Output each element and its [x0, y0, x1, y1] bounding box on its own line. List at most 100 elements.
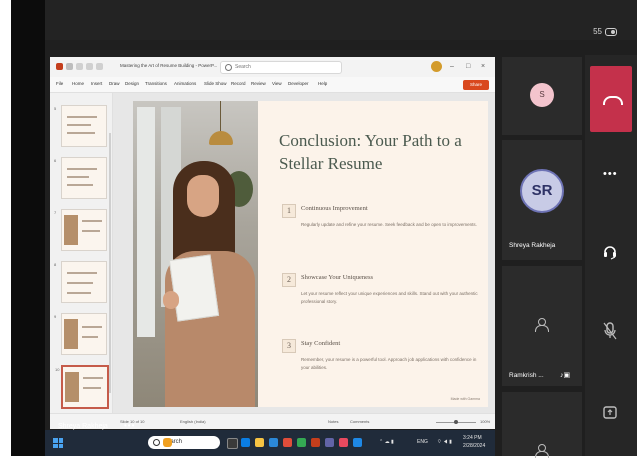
zoom-level[interactable]: 100% — [480, 419, 490, 424]
participant-counter[interactable]: 55 — [593, 27, 617, 36]
taskbar-search[interactable]: Search — [148, 436, 220, 449]
tab-insert[interactable]: Insert — [91, 81, 102, 86]
app-icon[interactable] — [339, 438, 348, 447]
slide-thumbnail[interactable]: 8 — [54, 261, 107, 303]
language-tray[interactable]: ENG — [417, 439, 428, 445]
headset-icon[interactable] — [603, 243, 617, 261]
slide-thumbnail[interactable]: 9 — [54, 313, 107, 355]
comments-button[interactable]: Comments — [350, 419, 369, 424]
network-volume-icons[interactable]: ⌔ ◀ ▮ — [437, 439, 452, 445]
store-icon[interactable] — [283, 438, 292, 447]
chrome-icon[interactable] — [297, 438, 306, 447]
microphone-icon[interactable] — [603, 322, 617, 340]
slide-thumbnail[interactable]: 5 — [54, 105, 107, 147]
tab-review[interactable]: Review — [251, 81, 266, 86]
customize-icon[interactable] — [96, 63, 103, 70]
thumbnail-number: 10 — [55, 367, 60, 372]
tab-developer[interactable]: Developer — [288, 81, 309, 86]
ribbon-tabs: File Home Insert Draw Design Transitions… — [50, 77, 495, 93]
item-number: 2 — [282, 273, 296, 287]
thumbnail-scrollbar[interactable] — [109, 133, 111, 393]
thumb-line — [67, 272, 97, 274]
thumb-line — [67, 168, 97, 170]
meeting-window: 55 Mastering the Art of Resume Building … — [0, 0, 637, 458]
presenter-name: Shreya Rakheja — [58, 423, 108, 430]
leave-call-button[interactable] — [590, 66, 632, 132]
photo-lamp-cord — [220, 101, 221, 133]
edge-icon[interactable] — [241, 438, 250, 447]
more-options-icon[interactable]: ••• — [603, 168, 618, 180]
tab-view[interactable]: View — [272, 81, 282, 86]
app-icon[interactable] — [353, 438, 362, 447]
thumbnail-number: 8 — [54, 262, 57, 267]
search-icon — [225, 64, 232, 71]
thumb-photo — [64, 319, 78, 349]
slide-thumbnail[interactable]: 6 — [54, 157, 107, 199]
muted-mic-icon: ♪▣ — [560, 372, 571, 379]
search-highlight-icon — [163, 438, 172, 447]
thumb-photo — [65, 372, 79, 402]
thumb-line — [67, 184, 93, 186]
participant-name: Shreya Rakheja — [509, 242, 556, 249]
slide-canvas: Conclusion: Your Path to a Stellar Resum… — [113, 93, 495, 413]
task-view-icon[interactable] — [227, 438, 238, 449]
save-icon[interactable] — [66, 63, 73, 70]
tab-design[interactable]: Design — [125, 81, 139, 86]
thumbnail-number: 9 — [54, 314, 57, 319]
system-tray-icons[interactable]: ⌃ ☁ ▮ — [379, 439, 394, 445]
item-number: 3 — [282, 339, 296, 353]
tab-transitions[interactable]: Transitions — [145, 81, 167, 86]
account-avatar[interactable] — [431, 61, 442, 72]
tab-slide-show[interactable]: Slide Show — [204, 81, 227, 86]
search-icon — [153, 439, 160, 446]
thumb-line — [82, 336, 98, 338]
close-icon[interactable]: × — [481, 63, 485, 70]
photo-person-hand — [163, 291, 179, 309]
presenter-more-icon[interactable]: ••• — [124, 421, 135, 430]
participant-avatar: SR — [520, 169, 564, 213]
item-body: Remember, your resume is a powerful tool… — [301, 357, 477, 370]
slide-thumbnail[interactable]: 7 — [54, 209, 107, 251]
thumb-line — [67, 116, 97, 118]
tab-file[interactable]: File — [56, 81, 63, 86]
share-button[interactable]: Share — [463, 80, 489, 90]
slide-photo — [133, 101, 258, 407]
current-slide[interactable]: Conclusion: Your Path to a Stellar Resum… — [133, 101, 488, 407]
teams-icon[interactable] — [325, 438, 334, 447]
tab-help[interactable]: Help — [318, 81, 327, 86]
thumbnail-number: 6 — [54, 158, 57, 163]
tab-draw[interactable]: Draw — [109, 81, 120, 86]
toggle-icon — [605, 27, 617, 36]
ppt-statusbar: Slide 10 of 10 English (India) Notes Com… — [50, 413, 495, 429]
slide-title: Conclusion: Your Path to a Stellar Resum… — [279, 131, 462, 173]
taskbar-date[interactable]: 2/28/2024 — [463, 443, 485, 449]
thumb-line — [67, 132, 95, 134]
powerpoint-taskbar-icon[interactable] — [311, 438, 320, 447]
item-heading: Continuous Improvement — [301, 205, 368, 212]
tab-record[interactable]: Record — [231, 81, 246, 86]
participant-count: 55 — [593, 27, 602, 36]
file-explorer-icon[interactable] — [255, 438, 264, 447]
slide-thumbnail-selected[interactable]: 10 — [55, 365, 109, 409]
maximize-icon[interactable]: □ — [466, 63, 470, 70]
item-heading: Stay Confident — [301, 340, 341, 347]
redo-icon[interactable] — [86, 63, 93, 70]
undo-icon[interactable] — [76, 63, 83, 70]
language-indicator[interactable]: English (India) — [180, 419, 206, 424]
share-screen-icon[interactable] — [603, 404, 617, 422]
item-body: Regularly update and refine your resume.… — [301, 222, 477, 227]
thumb-line — [67, 282, 93, 284]
notes-button[interactable]: Notes — [328, 419, 338, 424]
ppt-titlebar: Mastering the Art of Resume Building - P… — [50, 57, 495, 78]
windows-start-icon[interactable] — [53, 438, 63, 448]
zoom-slider-handle[interactable] — [454, 420, 458, 424]
minimize-icon[interactable]: – — [450, 63, 454, 70]
taskbar-time[interactable]: 3:24 PM — [463, 435, 482, 441]
tab-animations[interactable]: Animations — [174, 81, 196, 86]
ppt-search-input[interactable]: Search — [220, 61, 342, 74]
tab-home[interactable]: Home — [72, 81, 84, 86]
person-icon — [535, 318, 549, 332]
mail-icon[interactable] — [269, 438, 278, 447]
item-heading: Showcase Your Uniqueness — [301, 274, 374, 281]
ppt-search-placeholder: Search — [235, 64, 251, 70]
